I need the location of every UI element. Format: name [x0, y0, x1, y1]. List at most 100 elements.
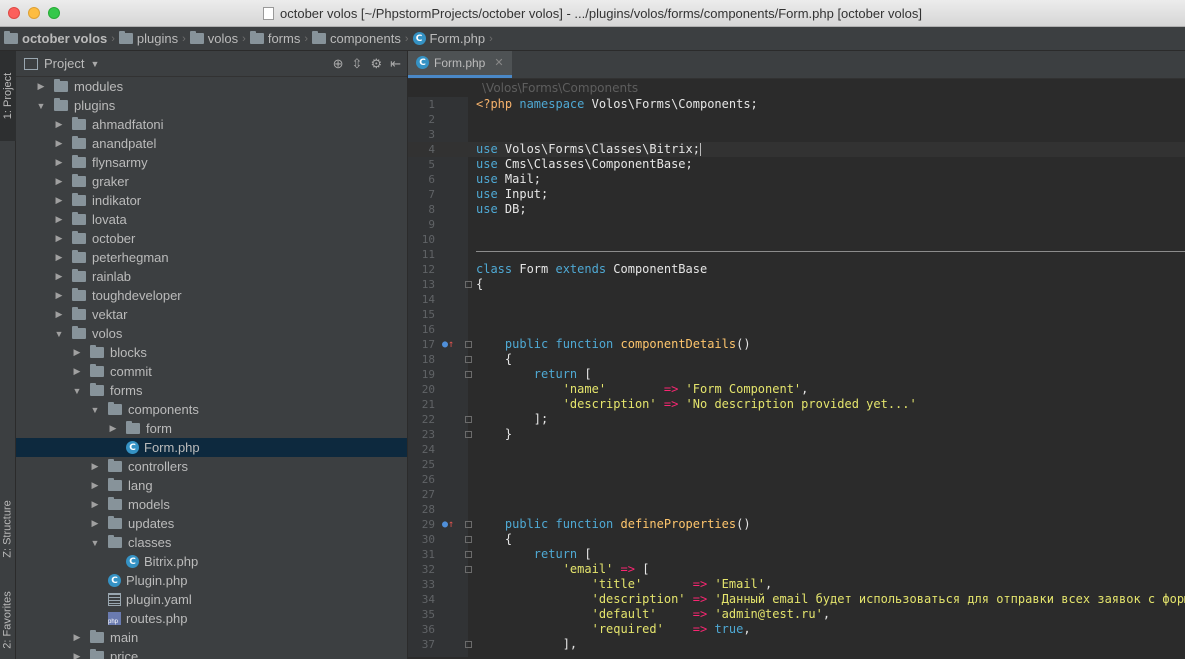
favorites-tool-tab[interactable]: 2: Favorites [0, 581, 16, 659]
fold-marker-icon[interactable] [465, 566, 472, 573]
project-tool-tab[interactable]: 1: Project [0, 51, 16, 141]
fold-marker-icon[interactable] [465, 356, 472, 363]
expand-arrow-icon[interactable]: ▼ [88, 538, 102, 548]
collapse-arrow-icon[interactable]: ▶ [70, 347, 84, 358]
tree-item-blocks[interactable]: ▶ blocks [16, 343, 407, 362]
tree-item-plugin-php[interactable]: C Plugin.php [16, 571, 407, 590]
breadcrumb-item[interactable]: volos [189, 31, 238, 46]
code-line[interactable]: 3 [408, 127, 1185, 142]
code-line[interactable]: 12 class Form extends ComponentBase [408, 262, 1185, 277]
fold-marker-icon[interactable] [465, 551, 472, 558]
tree-item-plugin-yaml[interactable]: plugin.yaml [16, 590, 407, 609]
code-line[interactable]: 27 [408, 487, 1185, 502]
code-line[interactable]: 7 use Input; [408, 187, 1185, 202]
tree-item-volos[interactable]: ▼ volos [16, 324, 407, 343]
code-line[interactable]: 37 ], [408, 637, 1185, 652]
code-line[interactable]: 28 [408, 502, 1185, 517]
code-line[interactable]: 8 use DB; [408, 202, 1185, 217]
breadcrumb-item[interactable]: october volos [4, 31, 107, 46]
collapse-arrow-icon[interactable]: ▶ [70, 651, 84, 659]
code-line[interactable]: 31 return [ [408, 547, 1185, 562]
tree-item-plugins[interactable]: ▼ plugins [16, 96, 407, 115]
fold-marker-icon[interactable] [465, 431, 472, 438]
code-line[interactable]: 2 [408, 112, 1185, 127]
gear-icon[interactable]: ⚙ [370, 56, 382, 72]
tree-item-ahmadfatoni[interactable]: ▶ ahmadfatoni [16, 115, 407, 134]
implements-method-icon[interactable]: ●↑ [442, 517, 454, 532]
tree-item-lang[interactable]: ▶ lang [16, 476, 407, 495]
collapse-all-icon[interactable]: ⇳ [352, 56, 363, 72]
tree-item-main[interactable]: ▶ main [16, 628, 407, 647]
tree-item-rainlab[interactable]: ▶ rainlab [16, 267, 407, 286]
collapse-arrow-icon[interactable]: ▶ [52, 233, 66, 244]
tree-item-form-php[interactable]: C Form.php [16, 438, 407, 457]
code-area[interactable]: 1 <?php namespace Volos\Forms\Components;… [408, 97, 1185, 657]
tree-item-toughdeveloper[interactable]: ▶ toughdeveloper [16, 286, 407, 305]
code-line[interactable]: 10 [408, 232, 1185, 247]
fold-marker-icon[interactable] [465, 521, 472, 528]
tree-item-bitrix-php[interactable]: C Bitrix.php [16, 552, 407, 571]
collapse-arrow-icon[interactable]: ▶ [70, 366, 84, 377]
tree-item-updates[interactable]: ▶ updates [16, 514, 407, 533]
collapse-arrow-icon[interactable]: ▶ [52, 271, 66, 282]
collapse-arrow-icon[interactable]: ▶ [52, 195, 66, 206]
code-line[interactable]: 34 'description' => 'Данный email будет … [408, 592, 1185, 607]
tree-item-forms[interactable]: ▼ forms [16, 381, 407, 400]
breadcrumb-item[interactable]: plugins [118, 31, 178, 46]
code-line[interactable]: 24 [408, 442, 1185, 457]
code-line[interactable]: 5 use Cms\Classes\ComponentBase; [408, 157, 1185, 172]
close-icon[interactable]: ✕ [494, 56, 503, 69]
code-line[interactable]: 13 { [408, 277, 1185, 292]
code-line[interactable]: 33 'title' => 'Email', [408, 577, 1185, 592]
tree-item-anandpatel[interactable]: ▶ anandpatel [16, 134, 407, 153]
code-line[interactable]: 21 'description' => 'No description prov… [408, 397, 1185, 412]
code-line[interactable]: 19 return [ [408, 367, 1185, 382]
collapse-arrow-icon[interactable]: ▶ [52, 309, 66, 320]
fold-marker-icon[interactable] [465, 371, 472, 378]
collapse-arrow-icon[interactable]: ▶ [52, 138, 66, 149]
tree-item-october[interactable]: ▶ october [16, 229, 407, 248]
tree-item-vektar[interactable]: ▶ vektar [16, 305, 407, 324]
expand-arrow-icon[interactable]: ▼ [34, 101, 48, 111]
expand-arrow-icon[interactable]: ▼ [88, 405, 102, 415]
code-line[interactable]: 20 'name' => 'Form Component', [408, 382, 1185, 397]
collapse-arrow-icon[interactable]: ▶ [106, 423, 120, 434]
code-line[interactable]: 16 [408, 322, 1185, 337]
code-line[interactable]: 30 { [408, 532, 1185, 547]
code-line[interactable]: 14 [408, 292, 1185, 307]
tree-item-indikator[interactable]: ▶ indikator [16, 191, 407, 210]
code-line[interactable]: 4 use Volos\Forms\Classes\Bitrix; [408, 142, 1185, 157]
tree-item-form[interactable]: ▶ form [16, 419, 407, 438]
collapse-arrow-icon[interactable]: ▶ [70, 632, 84, 643]
implements-method-icon[interactable]: ●↑ [442, 337, 454, 352]
editor-tab-form-php[interactable]: C Form.php ✕ [408, 51, 512, 78]
fold-marker-icon[interactable] [465, 416, 472, 423]
breadcrumb-item[interactable]: C Form.php [412, 31, 485, 46]
tree-item-components[interactable]: ▼ components [16, 400, 407, 419]
locate-file-icon[interactable]: ⊕ [333, 56, 344, 72]
tree-item-flynsarmy[interactable]: ▶ flynsarmy [16, 153, 407, 172]
collapse-arrow-icon[interactable]: ▶ [52, 119, 66, 130]
code-line[interactable]: 15 [408, 307, 1185, 322]
hide-panel-icon[interactable]: ⇤ [390, 56, 401, 72]
project-panel-header[interactable]: Project ▼ ⊕ ⇳ ⚙ ⇤ [16, 51, 407, 77]
chevron-down-icon[interactable]: ▼ [90, 59, 99, 69]
tree-item-commit[interactable]: ▶ commit [16, 362, 407, 381]
code-line[interactable]: 29 ●↑ public function defineProperties() [408, 517, 1185, 532]
breadcrumb-item[interactable]: components [312, 31, 401, 46]
fold-marker-icon[interactable] [465, 341, 472, 348]
tree-item-models[interactable]: ▶ models [16, 495, 407, 514]
code-line[interactable]: 25 [408, 457, 1185, 472]
breadcrumb-item[interactable]: forms [249, 31, 300, 46]
code-line[interactable]: 23 } [408, 427, 1185, 442]
code-line[interactable]: 1 <?php namespace Volos\Forms\Components; [408, 97, 1185, 112]
code-line[interactable]: 17 ●↑ public function componentDetails() [408, 337, 1185, 352]
tree-item-lovata[interactable]: ▶ lovata [16, 210, 407, 229]
code-line[interactable]: 22 ]; [408, 412, 1185, 427]
code-line[interactable]: 35 'default' => 'admin@test.ru', [408, 607, 1185, 622]
code-line[interactable]: 9 [408, 217, 1185, 232]
code-line[interactable]: 36 'required' => true, [408, 622, 1185, 637]
collapse-arrow-icon[interactable]: ▶ [34, 81, 48, 92]
collapse-arrow-icon[interactable]: ▶ [52, 157, 66, 168]
fold-marker-icon[interactable] [465, 641, 472, 648]
